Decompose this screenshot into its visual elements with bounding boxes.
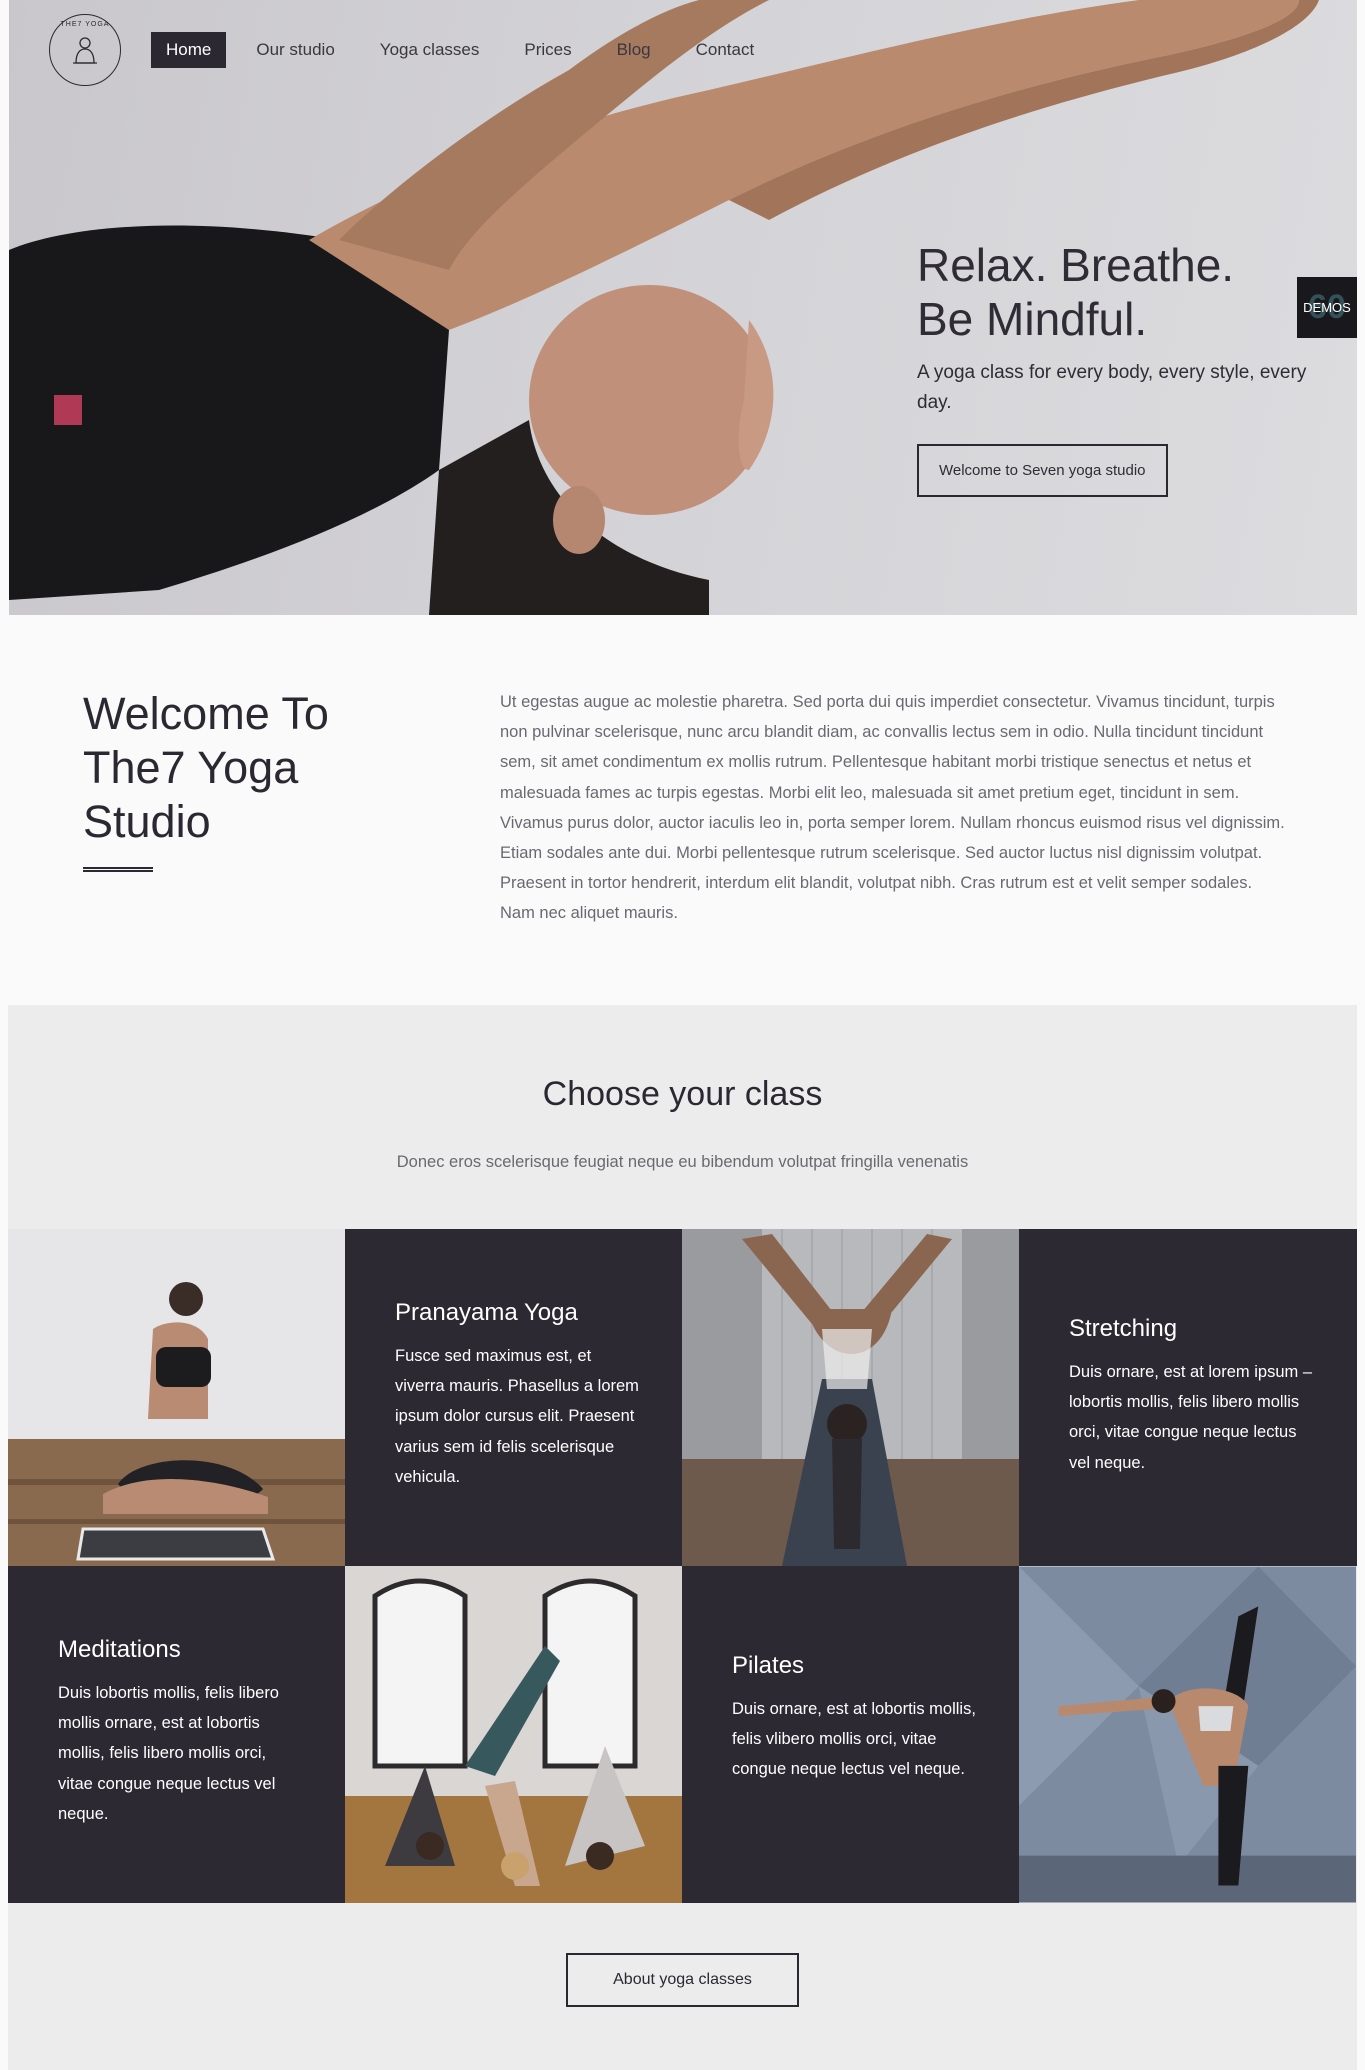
class-description: Duis ornare, est at lobortis mollis, fel… bbox=[732, 1700, 976, 1779]
class-card-pilates[interactable]: Pilates Duis ornare, est at lobortis mol… bbox=[682, 1566, 1019, 1903]
classes-grid: Pranayama Yoga Fusce sed maximus est, et… bbox=[8, 1229, 1357, 1903]
nav-item-blog[interactable]: Blog bbox=[602, 32, 666, 68]
demos-label: DEMOS bbox=[1303, 300, 1351, 315]
about-yoga-classes-button[interactable]: About yoga classes bbox=[566, 1953, 799, 2007]
meditating-figure-icon bbox=[73, 37, 97, 64]
class-title: Pilates bbox=[732, 1652, 805, 1679]
class-description: Duis ornare, est at lorem ipsum – lobort… bbox=[1069, 1363, 1313, 1472]
class-description: Fusce sed maximus est, et viverra mauris… bbox=[395, 1347, 639, 1486]
welcome-text: Ut egestas augue ac molestie pharetra. S… bbox=[500, 693, 1285, 923]
class-photo-seated[interactable] bbox=[8, 1229, 345, 1566]
class-photo-dancer-pose[interactable] bbox=[1019, 1566, 1357, 1903]
class-title: Meditations bbox=[58, 1636, 181, 1663]
nav-item-yoga-classes[interactable]: Yoga classes bbox=[365, 32, 495, 68]
nav-item-contact[interactable]: Contact bbox=[681, 32, 770, 68]
class-card-meditations[interactable]: Meditations Duis lobortis mollis, felis … bbox=[8, 1566, 345, 1903]
classes-section: Choose your class Donec eros scelerisque… bbox=[8, 1005, 1357, 2070]
nav-menu: Home Our studio Yoga classes Prices Blog… bbox=[151, 32, 784, 68]
hero-title: Relax. Breathe. Be Mindful. bbox=[917, 238, 1317, 346]
seated-yoga-photo bbox=[8, 1229, 345, 1566]
logo-text: THE7 YOGA bbox=[60, 21, 110, 28]
welcome-section: Welcome To The7 Yoga Studio Ut egestas a… bbox=[0, 615, 1365, 1005]
nav-item-home[interactable]: Home bbox=[151, 32, 227, 68]
studio-logo[interactable]: THE7 YOGA bbox=[49, 14, 121, 86]
hero-subtitle: A yoga class for every body, every style… bbox=[917, 362, 1307, 413]
classes-title: Choose your class bbox=[542, 1075, 823, 1113]
class-description: Duis lobortis mollis, felis libero molli… bbox=[58, 1684, 279, 1823]
hero-copy: Relax. Breathe. Be Mindful. A yoga class… bbox=[917, 238, 1317, 497]
class-photo-group[interactable] bbox=[345, 1566, 682, 1903]
hero-title-line2: Be Mindful. bbox=[917, 293, 1148, 345]
class-card-stretching[interactable]: Stretching Duis ornare, est at lorem ips… bbox=[1019, 1229, 1357, 1566]
nav-item-prices[interactable]: Prices bbox=[509, 32, 586, 68]
class-photo-forward-fold[interactable] bbox=[682, 1229, 1019, 1566]
forward-fold-photo bbox=[682, 1229, 1019, 1566]
class-title: Stretching bbox=[1069, 1315, 1178, 1342]
welcome-button[interactable]: Welcome to Seven yoga studio bbox=[917, 444, 1168, 497]
main-navigation: THE7 YOGA Home Our studio Yoga classes P… bbox=[49, 12, 784, 88]
hero-section: THE7 YOGA Home Our studio Yoga classes P… bbox=[9, 0, 1357, 615]
demos-button[interactable]: 60 DEMOS bbox=[1297, 277, 1357, 338]
hero-title-line1: Relax. Breathe. bbox=[917, 239, 1235, 291]
class-title: Pranayama Yoga bbox=[395, 1299, 578, 1326]
group-yoga-photo bbox=[345, 1566, 682, 1903]
welcome-title: Welcome To The7 Yoga Studio bbox=[83, 688, 329, 847]
classes-subtitle: Donec eros scelerisque feugiat neque eu … bbox=[396, 1153, 969, 1171]
nav-item-our-studio[interactable]: Our studio bbox=[241, 32, 349, 68]
title-divider bbox=[83, 867, 153, 872]
class-card-pranayama[interactable]: Pranayama Yoga Fusce sed maximus est, et… bbox=[345, 1229, 682, 1566]
dancer-pose-photo bbox=[1019, 1566, 1356, 1903]
